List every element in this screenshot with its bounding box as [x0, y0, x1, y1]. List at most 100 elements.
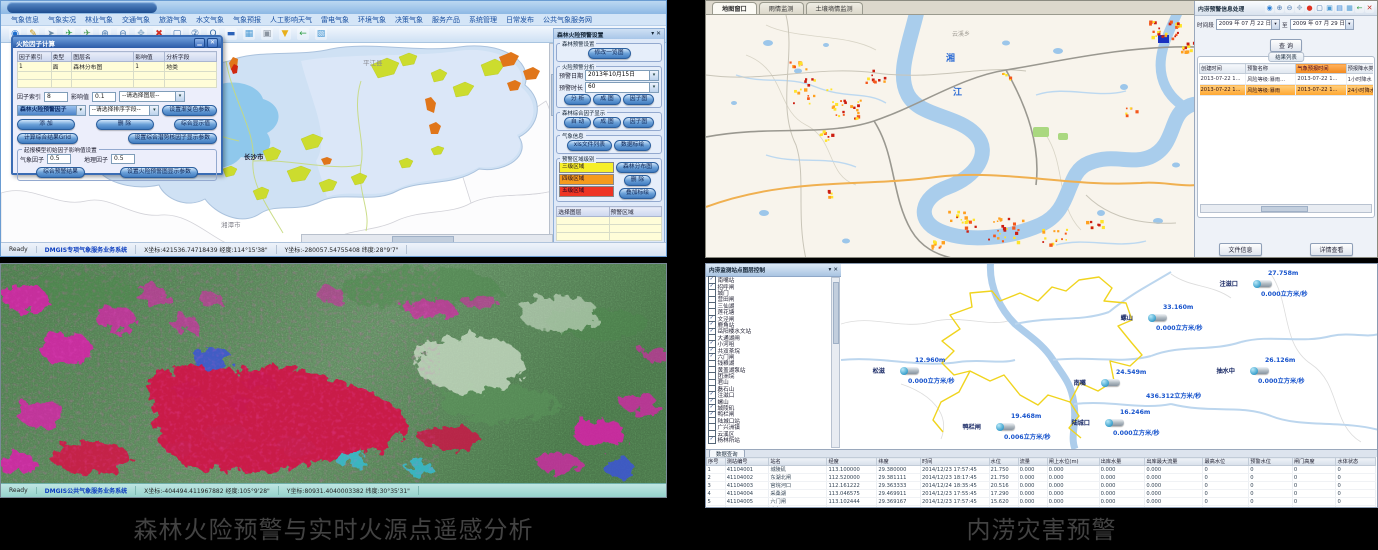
menu-item[interactable]: 系统管理 — [469, 15, 497, 25]
menu-item[interactable]: 气象预报 — [233, 15, 261, 25]
table-row[interactable]: 141104001城陵矶113.10000029.3800002014/12/2… — [707, 466, 1376, 474]
panel-button[interactable]: 因子图 — [623, 94, 654, 105]
pin-icon[interactable]: ▼ — [279, 28, 291, 40]
stop-icon[interactable]: ● — [1305, 4, 1314, 13]
close-icon[interactable]: ✕ — [833, 267, 838, 273]
panel-button[interactable]: 修改一览图 — [588, 48, 631, 59]
table-row[interactable]: 241104002东湖北闸112.52000029.3811112014/12/… — [707, 474, 1376, 482]
dialog-titlebar[interactable]: 火险因子计算 ▁ ✕ — [13, 37, 221, 48]
factor-select[interactable]: 森林火险预警因子▾ — [17, 105, 86, 116]
menu-item[interactable]: 旅游气象 — [159, 15, 187, 25]
layer-item[interactable]: ✓杨林所站 — [708, 437, 835, 443]
menu-item[interactable]: 雷电气象 — [321, 15, 349, 25]
initial-factor-group: 起报模型初始因子影响值设置 气象因子 0.5 地理因子 0.5 综合预警结果 设… — [17, 149, 217, 181]
fire-source-raster[interactable] — [1, 264, 666, 484]
city-flood-map[interactable]: 湘江云溪乡 — [706, 15, 1196, 258]
back-icon[interactable]: ← — [1355, 4, 1364, 13]
map-tab[interactable]: 雨情监测 — [759, 2, 804, 14]
weather-factor-input[interactable]: 0.5 — [47, 154, 71, 164]
layer-select[interactable]: --请选择图层--▾ — [119, 91, 185, 102]
overlay-show-button[interactable]: 综合显示值 — [174, 119, 217, 130]
panel-button[interactable]: 成 图 — [593, 117, 620, 128]
gradient-params-button[interactable]: 设置渐变色参数 — [162, 105, 217, 116]
panel-combo[interactable]: 60▾ — [585, 82, 659, 93]
panel-button[interactable]: xls文件列表 — [567, 140, 612, 151]
factor-table[interactable]: 因子索引类型图层名影响值分析字段1面森林分布图1地类 — [17, 51, 217, 88]
set-fire-map-params-button[interactable]: 设置火险预警图显示参数 — [120, 167, 198, 178]
panel-button[interactable]: 因子图 — [623, 117, 654, 128]
panel-button[interactable]: 叠加标绘 — [619, 188, 656, 199]
delete-button[interactable]: 删 除 — [96, 119, 154, 130]
image-icon[interactable]: ▦ — [243, 28, 255, 40]
map-label: 湘潭市 — [221, 219, 241, 229]
detail-view-button[interactable]: 详情查看 — [1310, 243, 1352, 256]
panel-button[interactable]: 分 析 — [564, 94, 591, 105]
calc-grid-button[interactable]: 计算综合结果Grid — [17, 133, 78, 144]
layer-list-scrollbar[interactable] — [831, 277, 840, 448]
panel-button[interactable]: 成 图 — [593, 94, 620, 105]
panel-button[interactable]: 森林分布图 — [616, 162, 659, 173]
image-icon[interactable]: ▦ — [1345, 4, 1354, 13]
menu-item[interactable]: 气象信息 — [11, 15, 39, 25]
set-display-params-button[interactable]: 设置综合潜势核因子显示参数 — [128, 133, 217, 144]
add-button[interactable]: 添 加 — [17, 119, 75, 130]
column-header: 气象预报时间 — [1296, 64, 1346, 74]
collapse-icon[interactable]: ▾ — [651, 31, 654, 37]
result-horizontal-scrollbar[interactable] — [1200, 204, 1372, 213]
menu-item[interactable]: 人工影响天气 — [270, 15, 312, 25]
file-info-button[interactable]: 文件信息 — [1219, 243, 1261, 256]
window-tab[interactable] — [7, 2, 157, 13]
menu-item[interactable]: 气象实况 — [48, 15, 76, 25]
panel-combo[interactable]: 2013年10月15日▾ — [585, 70, 659, 81]
menu-item[interactable]: 日常发布 — [506, 15, 534, 25]
warning-result-table[interactable]: 创建时间预警名称气象预报时间预报降水类型操作人2013-07-22 1...风险… — [1199, 63, 1373, 96]
close-icon[interactable]: ✕ — [207, 38, 218, 48]
menu-item[interactable]: 水文气象 — [196, 15, 224, 25]
zoom-out-icon[interactable]: ⊖ — [1285, 4, 1294, 13]
menu-item[interactable]: 公共气象服务网 — [543, 15, 592, 25]
menu-item[interactable]: 决策气象 — [395, 15, 423, 25]
menu-item[interactable]: 林业气象 — [85, 15, 113, 25]
minimize-icon[interactable]: ▁ — [194, 38, 205, 48]
menu-item[interactable]: 环境气象 — [358, 15, 386, 25]
globe-icon[interactable]: ◉ — [1265, 4, 1274, 13]
zoom-in-icon[interactable]: ⊕ — [1275, 4, 1284, 13]
table-row[interactable]: 2013-07-22 1...风险等级:暴雨...2013-07-22 1...… — [1200, 74, 1374, 85]
menu-item[interactable]: 服务产品 — [432, 15, 460, 25]
sort-field-select[interactable]: --请选择排序字段--▾ — [89, 105, 160, 116]
end-date-picker[interactable]: 2009 年 07 月 29 日▾ — [1290, 19, 1354, 30]
query-button[interactable]: 查 询 — [1270, 39, 1302, 52]
window-icon[interactable]: ▢ — [1315, 4, 1324, 13]
print-icon[interactable]: ▣ — [261, 28, 273, 40]
station-map[interactable] — [841, 264, 1378, 449]
panel-button[interactable]: 数据标绘 — [614, 140, 651, 151]
map-icon[interactable]: ▧ — [315, 28, 327, 40]
panel-button[interactable]: 删 除 — [624, 175, 651, 186]
weight-input[interactable]: 0.1 — [92, 92, 116, 102]
close-icon[interactable]: ✕ — [656, 31, 661, 37]
layers-icon[interactable]: ▤ — [1335, 4, 1344, 13]
panel-button[interactable]: 自 动 — [564, 117, 591, 128]
menu-item[interactable]: 交通气象 — [122, 15, 150, 25]
combined-warning-button[interactable]: 综合预警结果 — [36, 167, 85, 178]
back-icon[interactable]: ← — [297, 28, 309, 40]
map-tab[interactable]: 土壤墒情监测 — [806, 2, 863, 14]
station-data-table[interactable]: 序号测站编号站名经度纬度时间水位流量闸上水位(m)出库水量出库最大流量最高水位预… — [706, 457, 1376, 508]
collapse-icon[interactable]: ▾ — [829, 267, 832, 273]
table-row[interactable]: 1面森林分布图1地类 — [18, 62, 217, 72]
factor-index-input[interactable]: 8 — [44, 92, 68, 102]
table-row[interactable]: 441104004采桑湖113.04657529.4699112014/12/2… — [707, 490, 1376, 498]
table-row[interactable]: 341104003官垸河口112.16122229.3633332014/12/… — [707, 482, 1376, 490]
start-date-picker[interactable]: 2009 年 07 月 22 日▾ — [1216, 19, 1280, 30]
close-icon[interactable]: ✕ — [1365, 4, 1374, 13]
layer-checkbox[interactable]: ✓ — [708, 436, 716, 444]
geo-factor-input[interactable]: 0.5 — [111, 154, 135, 164]
refresh-icon[interactable]: ▣ — [1325, 4, 1334, 13]
warning-layers-table[interactable]: 选择图层预警区域 — [556, 206, 662, 241]
table-row[interactable]: 2013-07-22 1...风险等级:暴雨2013-07-22 1...24小… — [1200, 85, 1374, 96]
map-tab[interactable]: 地图窗口 — [712, 2, 757, 14]
hbar-icon[interactable]: ▬ — [225, 28, 237, 40]
pan-icon[interactable]: ✥ — [1295, 4, 1304, 13]
fire-factor-dialog[interactable]: 火险因子计算 ▁ ✕ 因子索引类型图层名影响值分析字段1面森林分布图1地类 因子… — [11, 35, 223, 175]
station-data-table-wrap[interactable]: 序号测站编号站名经度纬度时间水位流量闸上水位(m)出库水量出库最大流量最高水位预… — [706, 457, 1378, 508]
